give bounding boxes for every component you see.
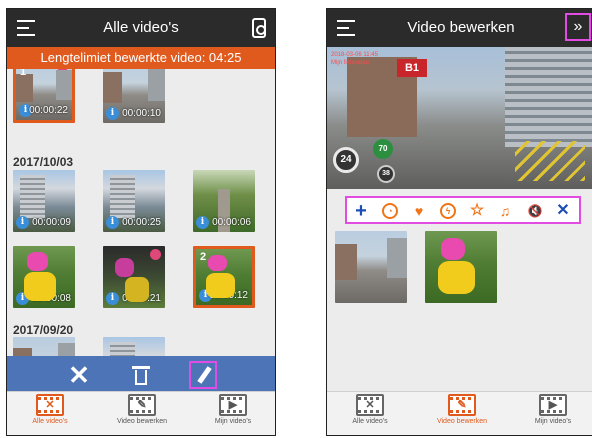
info-icon[interactable]: i <box>16 292 29 305</box>
nav-edit-video[interactable]: ✎ Video bewerken <box>102 394 182 425</box>
device-icon[interactable] <box>252 18 266 38</box>
edit-video-screen: Video bewerken » B1 2018-03-06 11:45 Mij… <box>326 8 592 436</box>
video-grid[interactable]: 1 i 00:00:22 i 00:00:10 2017/10/03 i 00:… <box>7 69 275 356</box>
video-duration: 00:00:08 <box>32 293 71 304</box>
info-icon[interactable]: i <box>106 216 119 229</box>
video-thumbnail[interactable]: i 00:00:06 <box>193 170 255 232</box>
video-duration: 00:00:09 <box>32 217 71 228</box>
film-icon: ✕ <box>36 394 64 416</box>
nav-label: Mijn video's <box>534 418 572 425</box>
delete-button[interactable] <box>127 361 155 389</box>
selected-clip[interactable] <box>425 231 497 303</box>
page-title: Video bewerken <box>407 19 515 36</box>
speed-gauge: 24 <box>333 147 359 173</box>
cadence-gauge: 38 <box>377 165 395 183</box>
nav-all-videos[interactable]: ✕ Alle video's <box>10 394 90 425</box>
video-thumbnail[interactable]: i 00:00:10 <box>103 69 165 123</box>
next-button[interactable]: » <box>565 13 591 41</box>
video-duration: 00:00:12 <box>209 290 248 301</box>
film-icon: ✕ <box>356 394 384 416</box>
selection-toolbar: ✕ <box>7 356 275 393</box>
page-title: Alle video's <box>103 19 179 36</box>
info-icon[interactable]: i <box>196 216 209 229</box>
length-limit-banner: Lengtelimiet bewerkte video: 04:25 <box>7 47 275 69</box>
info-icon[interactable]: i <box>106 292 119 305</box>
film-edit-icon: ✎ <box>448 394 476 416</box>
bottom-navigation: ✕ Alle video's ✎ Video bewerken ▶ Mijn v… <box>327 391 592 435</box>
film-play-icon: ▶ <box>219 394 247 416</box>
video-thumbnail[interactable]: 2 i 00:00:12 <box>193 246 255 308</box>
selected-clip[interactable] <box>335 231 407 303</box>
star-icon[interactable]: ☆ <box>467 201 487 221</box>
record-icon <box>57 69 68 78</box>
selected-clips <box>327 231 592 311</box>
video-thumbnail[interactable]: i 00:00:25 <box>103 170 165 232</box>
app-bar: Video bewerken » <box>327 9 592 47</box>
record-icon <box>150 69 161 75</box>
video-duration: 00:00:22 <box>29 105 68 116</box>
video-thumbnail[interactable] <box>13 337 75 356</box>
video-duration: 00:00:06 <box>212 217 251 228</box>
speed-icon[interactable]: ◔ <box>382 203 398 219</box>
nav-my-videos[interactable]: ▶ Mijn video's <box>513 394 592 425</box>
music-icon[interactable]: ♫ <box>495 201 515 221</box>
info-icon[interactable]: i <box>16 216 29 229</box>
trash-icon <box>132 366 150 369</box>
heartrate-icon[interactable]: ♥ <box>409 201 429 221</box>
nav-edit-video[interactable]: ✎ Video bewerken <box>422 394 502 425</box>
video-thumbnail[interactable]: 1 i 00:00:22 <box>13 69 75 123</box>
edit-tools-bar: + ◔ ♥ ϟ ☆ ♫ 🔇 ✕ <box>345 196 581 224</box>
record-icon <box>150 249 161 260</box>
nav-label: Video bewerken <box>116 418 168 425</box>
bottom-navigation: ✕ Alle video's ✎ Video bewerken ▶ Mijn v… <box>7 391 275 435</box>
video-duration: 00:00:21 <box>122 293 161 304</box>
video-thumbnail[interactable]: i 00:00:08 <box>13 246 75 308</box>
all-videos-screen: Alle video's Lengtelimiet bewerkte video… <box>6 8 276 436</box>
video-preview[interactable]: B1 2018-03-06 11:45 Mijn fietsvideo 24 7… <box>327 47 592 189</box>
mute-icon[interactable]: 🔇 <box>525 201 545 221</box>
video-overlay-text: 2018-03-06 11:45 Mijn fietsvideo <box>331 52 378 66</box>
add-icon[interactable]: + <box>351 201 371 221</box>
nav-all-videos[interactable]: ✕ Alle video's <box>330 394 410 425</box>
selection-number: 1 <box>20 69 27 78</box>
edit-button[interactable] <box>189 361 217 389</box>
nav-label: Alle video's <box>352 418 388 425</box>
date-header: 2017/10/03 <box>13 155 74 169</box>
video-duration: 00:00:25 <box>122 217 161 228</box>
nav-label: Alle video's <box>32 418 68 425</box>
heartrate-gauge: 70 <box>373 139 393 159</box>
nav-label: Mijn video's <box>214 418 252 425</box>
nav-label: Video bewerken <box>436 418 488 425</box>
nav-my-videos[interactable]: ▶ Mijn video's <box>193 394 273 425</box>
info-icon[interactable]: i <box>106 107 119 120</box>
power-icon[interactable]: ϟ <box>440 203 456 219</box>
video-duration: 00:00:10 <box>122 108 161 119</box>
pencil-icon <box>197 366 212 384</box>
video-thumbnail[interactable]: i 00:00:09 <box>13 170 75 232</box>
date-header: 2017/09/20 <box>13 323 74 337</box>
film-play-icon: ▶ <box>539 394 567 416</box>
app-bar: Alle video's <box>7 9 275 47</box>
video-thumbnail[interactable]: i 00:00:21 <box>103 246 165 308</box>
selection-number: 2 <box>200 251 207 263</box>
close-icon[interactable]: ✕ <box>553 201 573 221</box>
film-edit-icon: ✎ <box>128 394 156 416</box>
video-thumbnail[interactable] <box>103 337 165 356</box>
cancel-button[interactable]: ✕ <box>65 361 93 389</box>
